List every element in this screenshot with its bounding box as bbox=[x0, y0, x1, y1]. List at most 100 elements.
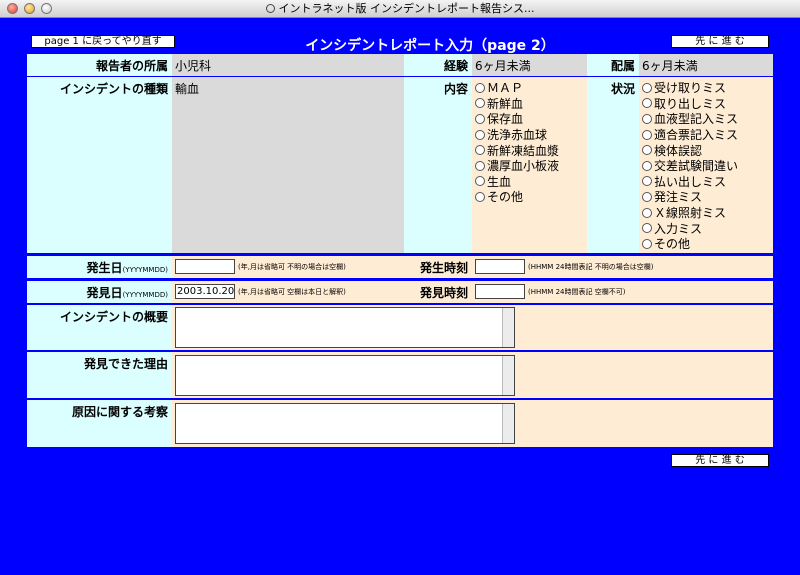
content-option[interactable]: 保存血 bbox=[475, 111, 587, 127]
status-option[interactable]: 発注ミス bbox=[642, 189, 773, 205]
window-controls bbox=[7, 3, 52, 14]
status-option[interactable]: 入力ミス bbox=[642, 220, 773, 236]
status-option[interactable]: 適合票記入ミス bbox=[642, 127, 773, 143]
close-window-button[interactable] bbox=[7, 3, 18, 14]
status-options: 受け取りミス 取り出しミス 血液型記入ミス 適合票記入ミス 検体誤認 交差試験間違い 払い出… bbox=[639, 77, 773, 253]
occur-time-note: (HHMM 24時間表記 不明の場合は空欄) bbox=[528, 262, 654, 271]
status-option-label: 受け取りミス bbox=[654, 81, 727, 96]
radio-button[interactable] bbox=[475, 129, 485, 140]
radio-button[interactable] bbox=[642, 113, 652, 124]
next-button-top[interactable]: 先 に 進 む bbox=[671, 35, 769, 48]
incident-type-value: 輸血 bbox=[172, 77, 404, 253]
found-time-input[interactable] bbox=[475, 284, 525, 299]
found-time-note: (HHMM 24時間表記 空欄不可) bbox=[528, 287, 626, 296]
summary-scrollbar[interactable] bbox=[502, 308, 514, 347]
found-date-label: 発見日(YYYYMMDD) bbox=[27, 281, 172, 303]
status-option-label: 払い出しミス bbox=[654, 174, 727, 189]
found-date-input[interactable]: 2003.10.20 bbox=[175, 284, 235, 299]
content-option[interactable]: 洗浄赤血球 bbox=[475, 127, 587, 143]
radio-button[interactable] bbox=[475, 191, 485, 202]
incident-type-label: インシデントの種類 bbox=[27, 77, 172, 253]
status-option-label: 発注ミス bbox=[654, 190, 703, 205]
cause-scrollbar[interactable] bbox=[502, 404, 514, 443]
status-option[interactable]: 受け取りミス bbox=[642, 80, 773, 96]
radio-button[interactable] bbox=[642, 176, 652, 187]
next-button-bottom[interactable]: 先 に 進 む bbox=[671, 454, 769, 467]
radio-button[interactable] bbox=[642, 145, 652, 156]
reason-label: 発見できた理由 bbox=[27, 352, 172, 398]
reason-textarea[interactable] bbox=[175, 355, 515, 396]
occur-time-input[interactable] bbox=[475, 259, 525, 274]
reporter-row: 報告者の所属 小児科 経験 6ヶ月未満 配属 6ヶ月未満 bbox=[27, 54, 773, 76]
content-option-label: 保存血 bbox=[487, 112, 524, 127]
window-titlebar: イントラネット版 インシデントレポート報告シス... bbox=[0, 0, 800, 18]
status-option-label: 入力ミス bbox=[654, 221, 703, 236]
status-option-label: 取り出しミス bbox=[654, 96, 727, 111]
radio-button[interactable] bbox=[475, 113, 485, 124]
occur-date-label: 発生日(YYYYMMDD) bbox=[27, 256, 172, 278]
status-option[interactable]: 検体誤認 bbox=[642, 142, 773, 158]
radio-button[interactable] bbox=[475, 82, 485, 93]
status-option-label: その他 bbox=[654, 237, 691, 252]
radio-button[interactable] bbox=[475, 160, 485, 171]
status-option-label: 血液型記入ミス bbox=[654, 112, 739, 127]
cause-row: 原因に関する考察 bbox=[27, 400, 773, 447]
summary-label: インシデントの概要 bbox=[27, 305, 172, 350]
content-option[interactable]: ＭＡＰ bbox=[475, 80, 587, 96]
summary-row: インシデントの概要 bbox=[27, 305, 773, 350]
minimize-window-button[interactable] bbox=[24, 3, 35, 14]
radio-button[interactable] bbox=[642, 160, 652, 171]
radio-button[interactable] bbox=[475, 176, 485, 187]
content-option[interactable]: その他 bbox=[475, 189, 587, 205]
occur-time-label: 発生時刻 bbox=[404, 256, 472, 278]
dept-label: 報告者の所属 bbox=[27, 54, 172, 76]
status-label: 状況 bbox=[587, 77, 639, 253]
radio-button[interactable] bbox=[642, 191, 652, 202]
radio-button[interactable] bbox=[475, 145, 485, 156]
status-option-label: 適合票記入ミス bbox=[654, 128, 739, 143]
radio-button[interactable] bbox=[642, 223, 652, 234]
radio-button[interactable] bbox=[475, 98, 485, 109]
status-option-label: Ｘ線照射ミス bbox=[654, 206, 727, 221]
radio-button[interactable] bbox=[642, 129, 652, 140]
content-option[interactable]: 新鮮凍結血漿 bbox=[475, 142, 587, 158]
content-option[interactable]: 生血 bbox=[475, 174, 587, 190]
assign-label: 配属 bbox=[587, 54, 639, 76]
found-time-label: 発見時刻 bbox=[404, 281, 472, 303]
content-option-label: 洗浄赤血球 bbox=[487, 128, 548, 143]
found-date-note: (年,月は省略可 空欄は本日と解釈) bbox=[238, 287, 346, 296]
content-option-label: ＭＡＰ bbox=[487, 81, 524, 96]
radio-button[interactable] bbox=[642, 98, 652, 109]
occur-row: 発生日(YYYYMMDD) (年,月は省略可 不明の場合は空欄) 発生時刻 (H… bbox=[27, 256, 773, 278]
content-option-label: 新鮮凍結血漿 bbox=[487, 143, 560, 158]
radio-button[interactable] bbox=[642, 238, 652, 249]
status-option[interactable]: 交差試験間違い bbox=[642, 158, 773, 174]
reason-row: 発見できた理由 bbox=[27, 352, 773, 398]
reason-scrollbar[interactable] bbox=[502, 356, 514, 395]
zoom-window-button[interactable] bbox=[41, 3, 52, 14]
content-option-label: その他 bbox=[487, 190, 524, 205]
status-option[interactable]: 血液型記入ミス bbox=[642, 111, 773, 127]
status-option[interactable]: Ｘ線照射ミス bbox=[642, 205, 773, 221]
cause-label: 原因に関する考察 bbox=[27, 400, 172, 447]
summary-textarea[interactable] bbox=[175, 307, 515, 348]
exp-value: 6ヶ月未満 bbox=[472, 54, 587, 76]
cause-textarea[interactable] bbox=[175, 403, 515, 444]
status-option[interactable]: 取り出しミス bbox=[642, 96, 773, 112]
content-option[interactable]: 新鮮血 bbox=[475, 96, 587, 112]
content-option-label: 濃厚血小板液 bbox=[487, 159, 560, 174]
radio-button[interactable] bbox=[642, 207, 652, 218]
status-option[interactable]: 払い出しミス bbox=[642, 174, 773, 190]
occur-date-note: (年,月は省略可 不明の場合は空欄) bbox=[238, 262, 346, 271]
status-option[interactable]: その他 bbox=[642, 236, 773, 252]
window-title: イントラネット版 インシデントレポート報告シス... bbox=[278, 2, 535, 15]
exp-label: 経験 bbox=[404, 54, 472, 76]
assign-value: 6ヶ月未満 bbox=[639, 54, 773, 76]
content-option-label: 生血 bbox=[487, 174, 512, 189]
found-row: 発見日(YYYYMMDD) 2003.10.20 (年,月は省略可 空欄は本日と解… bbox=[27, 281, 773, 303]
content-option[interactable]: 濃厚血小板液 bbox=[475, 158, 587, 174]
browser-icon bbox=[265, 4, 275, 13]
radio-button[interactable] bbox=[642, 82, 652, 93]
dept-value: 小児科 bbox=[172, 54, 404, 76]
occur-date-input[interactable] bbox=[175, 259, 235, 274]
